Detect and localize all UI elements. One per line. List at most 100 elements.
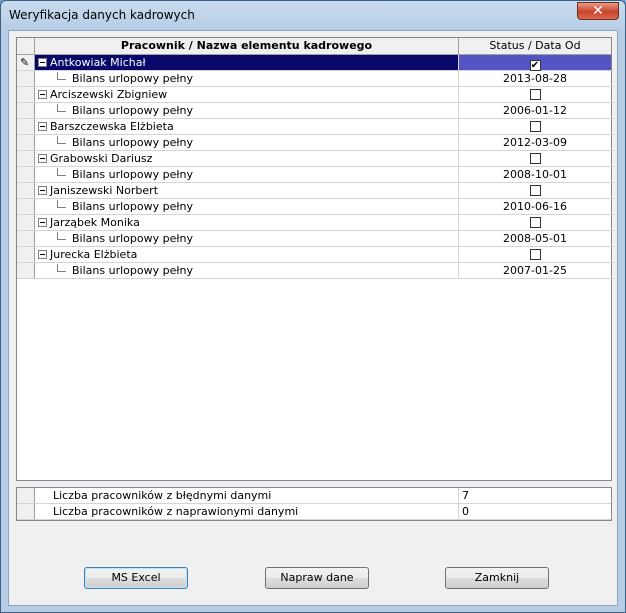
element-cell[interactable]: Bilans urlopowy pełny bbox=[35, 263, 459, 278]
status-cell[interactable] bbox=[459, 183, 611, 198]
element-row[interactable]: Bilans urlopowy pełny 2007-01-25 bbox=[17, 263, 613, 279]
fix-data-button[interactable]: Napraw dane bbox=[265, 567, 369, 589]
tree-collapse-icon[interactable] bbox=[38, 154, 47, 163]
tree-line-icon bbox=[57, 264, 66, 272]
element-cell[interactable]: Bilans urlopowy pełny bbox=[35, 167, 459, 182]
status-cell[interactable] bbox=[459, 151, 611, 166]
tree-collapse-icon[interactable] bbox=[38, 58, 47, 67]
employee-row[interactable]: ✎ Antkowiak Michał ✔ bbox=[17, 55, 613, 71]
employee-row[interactable]: Arciszewski Zbigniew bbox=[17, 87, 613, 103]
row-selector[interactable] bbox=[17, 167, 35, 182]
row-selector[interactable] bbox=[17, 247, 35, 262]
element-row[interactable]: Bilans urlopowy pełny 2008-05-01 bbox=[17, 231, 613, 247]
row-selector[interactable] bbox=[17, 151, 35, 166]
element-cell[interactable]: Bilans urlopowy pełny bbox=[35, 71, 459, 86]
row-selector[interactable] bbox=[17, 183, 35, 198]
row-selector[interactable] bbox=[17, 71, 35, 86]
element-name: Bilans urlopowy pełny bbox=[72, 200, 193, 213]
row-selector[interactable] bbox=[17, 488, 35, 503]
status-checkbox[interactable] bbox=[529, 153, 541, 164]
element-cell[interactable]: Bilans urlopowy pełny bbox=[35, 199, 459, 214]
status-cell[interactable] bbox=[459, 215, 611, 230]
pencil-icon: ✎ bbox=[20, 56, 30, 69]
employee-cell[interactable]: Barszczewska Elżbieta bbox=[35, 119, 459, 134]
summary-value: 7 bbox=[462, 489, 469, 502]
summary-label: Liczba pracowników z naprawionymi danymi bbox=[35, 504, 459, 519]
date-cell[interactable]: 2006-01-12 bbox=[459, 103, 611, 118]
row-selector[interactable] bbox=[17, 504, 35, 519]
element-row[interactable]: Bilans urlopowy pełny 2013-08-28 bbox=[17, 71, 613, 87]
summary-row-fixed: Liczba pracowników z naprawionymi danymi… bbox=[17, 504, 611, 520]
employee-cell[interactable]: Jarząbek Monika bbox=[35, 215, 459, 230]
employee-name: Antkowiak Michał bbox=[50, 56, 146, 69]
employee-row[interactable]: Jurecka Elżbieta bbox=[17, 247, 613, 263]
date-cell[interactable]: 2013-08-28 bbox=[459, 71, 611, 86]
tree-collapse-icon[interactable] bbox=[38, 250, 47, 259]
row-selector[interactable] bbox=[17, 103, 35, 118]
element-name: Bilans urlopowy pełny bbox=[72, 232, 193, 245]
element-cell[interactable]: Bilans urlopowy pełny bbox=[35, 231, 459, 246]
element-row[interactable]: Bilans urlopowy pełny 2006-01-12 bbox=[17, 103, 613, 119]
element-name: Bilans urlopowy pełny bbox=[72, 168, 193, 181]
element-row[interactable]: Bilans urlopowy pełny 2012-03-09 bbox=[17, 135, 613, 151]
date-cell[interactable]: 2008-05-01 bbox=[459, 231, 611, 246]
tree-collapse-icon[interactable] bbox=[38, 122, 47, 131]
element-row[interactable]: Bilans urlopowy pełny 2008-10-01 bbox=[17, 167, 613, 183]
row-selector-header bbox=[17, 38, 35, 54]
employee-row[interactable]: Barszczewska Elżbieta bbox=[17, 119, 613, 135]
row-selector[interactable] bbox=[17, 119, 35, 134]
employee-cell[interactable]: Grabowski Dariusz bbox=[35, 151, 459, 166]
employee-row[interactable]: Janiszewski Norbert bbox=[17, 183, 613, 199]
tree-line-icon bbox=[57, 168, 66, 176]
status-checkbox[interactable] bbox=[529, 121, 541, 132]
close-button[interactable]: Zamknij bbox=[445, 567, 549, 589]
verification-grid[interactable]: Pracownik / Nazwa elementu kadrowego Sta… bbox=[16, 37, 613, 481]
row-selector[interactable]: ✎ bbox=[17, 55, 35, 70]
grid-header: Pracownik / Nazwa elementu kadrowego Sta… bbox=[17, 38, 611, 55]
row-selector[interactable] bbox=[17, 135, 35, 150]
employee-name: Jurecka Elżbieta bbox=[50, 248, 138, 261]
status-cell[interactable] bbox=[459, 247, 611, 262]
column-header-employee[interactable]: Pracownik / Nazwa elementu kadrowego bbox=[35, 38, 459, 54]
date-cell[interactable]: 2008-10-01 bbox=[459, 167, 611, 182]
tree-collapse-icon[interactable] bbox=[38, 218, 47, 227]
row-selector[interactable] bbox=[17, 263, 35, 278]
employee-cell[interactable]: Antkowiak Michał bbox=[35, 55, 459, 70]
element-cell[interactable]: Bilans urlopowy pełny bbox=[35, 135, 459, 150]
employee-cell[interactable]: Jurecka Elżbieta bbox=[35, 247, 459, 262]
employee-row[interactable]: Grabowski Dariusz bbox=[17, 151, 613, 167]
row-selector[interactable] bbox=[17, 215, 35, 230]
element-name: Bilans urlopowy pełny bbox=[72, 104, 193, 117]
row-selector[interactable] bbox=[17, 231, 35, 246]
tree-line-icon bbox=[57, 104, 66, 112]
status-checkbox[interactable] bbox=[529, 185, 541, 196]
row-selector[interactable] bbox=[17, 87, 35, 102]
title-bar[interactable]: Weryfikacja danych kadrowych ✕ bbox=[1, 1, 625, 31]
status-checkbox[interactable] bbox=[529, 89, 541, 100]
close-icon: ✕ bbox=[592, 3, 604, 19]
element-row[interactable]: Bilans urlopowy pełny 2010-06-16 bbox=[17, 199, 613, 215]
close-window-button[interactable]: ✕ bbox=[577, 2, 619, 20]
summary-row-errors: Liczba pracowników z błędnymi danymi 7 bbox=[17, 488, 611, 504]
tree-collapse-icon[interactable] bbox=[38, 186, 47, 195]
date-cell[interactable]: 2012-03-09 bbox=[459, 135, 611, 150]
window-title: Weryfikacja danych kadrowych bbox=[9, 8, 195, 22]
ms-excel-button[interactable]: MS Excel bbox=[84, 567, 188, 589]
status-checkbox[interactable]: ✔ bbox=[529, 60, 541, 71]
date-cell[interactable]: 2010-06-16 bbox=[459, 199, 611, 214]
status-checkbox[interactable] bbox=[529, 249, 541, 260]
date-cell[interactable]: 2007-01-25 bbox=[459, 263, 611, 278]
status-cell[interactable] bbox=[459, 119, 611, 134]
status-cell[interactable]: ✔ bbox=[459, 55, 611, 71]
employee-cell[interactable]: Janiszewski Norbert bbox=[35, 183, 459, 198]
column-header-status[interactable]: Status / Data Od bbox=[459, 38, 611, 54]
employee-cell[interactable]: Arciszewski Zbigniew bbox=[35, 87, 459, 102]
tree-line-icon bbox=[57, 200, 66, 208]
element-name: Bilans urlopowy pełny bbox=[72, 136, 193, 149]
employee-row[interactable]: Jarząbek Monika bbox=[17, 215, 613, 231]
tree-collapse-icon[interactable] bbox=[38, 90, 47, 99]
status-cell[interactable] bbox=[459, 87, 611, 102]
element-cell[interactable]: Bilans urlopowy pełny bbox=[35, 103, 459, 118]
status-checkbox[interactable] bbox=[529, 217, 541, 228]
row-selector[interactable] bbox=[17, 199, 35, 214]
